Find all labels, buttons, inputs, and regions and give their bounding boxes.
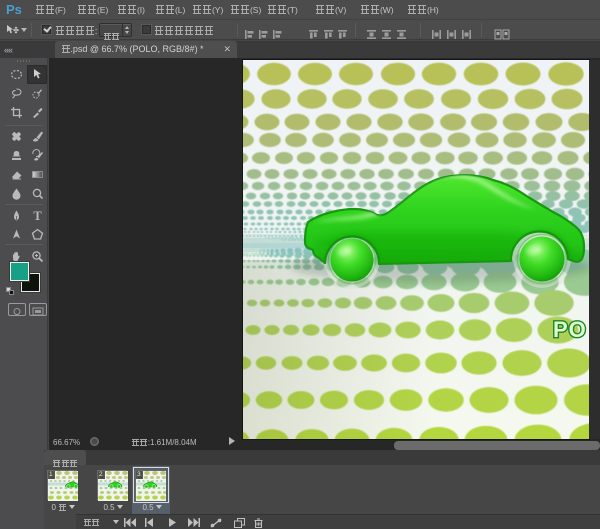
svg-text:T: T <box>33 209 42 222</box>
svg-text:PO: PO <box>553 317 587 342</box>
